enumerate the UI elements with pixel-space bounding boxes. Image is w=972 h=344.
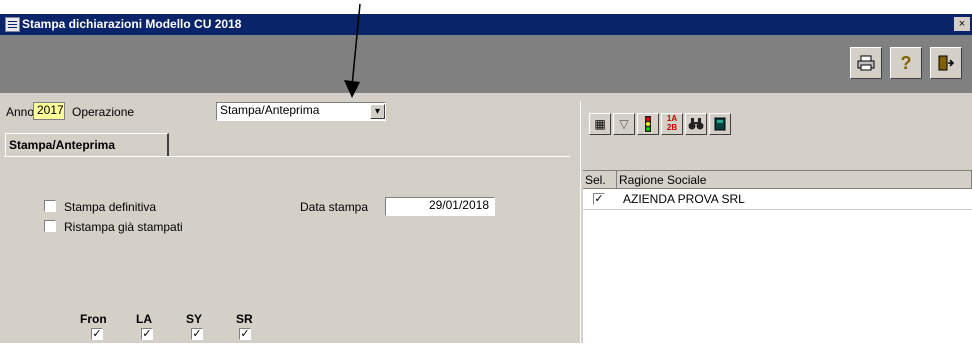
- flag-fron-checkbox[interactable]: ✓: [91, 328, 103, 340]
- column-header-sel[interactable]: Sel.: [583, 171, 617, 189]
- tab-panel-border: [4, 156, 570, 157]
- window-title-bar: Stampa dichiarazioni Modello CU 2018 ×: [0, 14, 972, 35]
- flag-la-label: LA: [136, 312, 152, 326]
- flag-sr-checkbox[interactable]: ✓: [239, 328, 251, 340]
- data-stampa-label: Data stampa: [300, 200, 369, 214]
- ristampa-label: Ristampa già stampati: [64, 220, 183, 234]
- binoculars-icon: [688, 118, 704, 130]
- search-button[interactable]: [685, 113, 707, 135]
- flag-la-checkbox[interactable]: ✓: [141, 328, 153, 340]
- book-icon: [714, 117, 726, 131]
- column-header-ragione-sociale[interactable]: Ragione Sociale: [617, 171, 972, 189]
- top-toolbar: ?: [0, 35, 972, 93]
- company-grid[interactable]: Sel. Ragione Sociale ✓ AZIENDA PROVA SRL: [583, 170, 972, 344]
- operazione-label: Operazione: [72, 105, 135, 119]
- traffic-light-button[interactable]: [637, 113, 659, 135]
- book-button[interactable]: [709, 113, 731, 135]
- grid-icon: ▦: [594, 117, 606, 131]
- exit-button[interactable]: [930, 47, 962, 79]
- grid-view-button[interactable]: ▦: [589, 113, 611, 135]
- flag-fron-label: Fron: [80, 312, 107, 326]
- anno-field[interactable]: 2017: [33, 102, 65, 120]
- ragione-sociale-cell: AZIENDA PROVA SRL: [623, 192, 745, 206]
- sort-button[interactable]: 1A 2B: [661, 113, 683, 135]
- close-button[interactable]: ×: [954, 17, 970, 31]
- flag-sy-label: SY: [186, 312, 203, 326]
- filter-button[interactable]: ▽: [613, 113, 635, 135]
- help-button[interactable]: ?: [890, 47, 922, 79]
- annotation-arrow: [344, 3, 361, 98]
- flag-sr-label: SR: [236, 312, 253, 326]
- question-icon: ?: [900, 53, 912, 73]
- operazione-select[interactable]: Stampa/Anteprima: [216, 102, 386, 121]
- sort-icon: 1A 2B: [666, 114, 678, 132]
- traffic-light-icon: [645, 116, 651, 132]
- app-icon: [5, 17, 20, 32]
- stampa-definitiva-checkbox[interactable]: [44, 200, 56, 212]
- exit-door-icon: [938, 55, 955, 71]
- chevron-down-icon[interactable]: ▾: [370, 104, 385, 119]
- ristampa-checkbox[interactable]: [44, 220, 56, 232]
- table-row[interactable]: ✓ AZIENDA PROVA SRL: [583, 189, 972, 210]
- row-select-checkbox[interactable]: ✓: [593, 193, 605, 205]
- flag-sy-checkbox[interactable]: ✓: [191, 328, 203, 340]
- filter-icon: ▽: [619, 117, 629, 131]
- print-button[interactable]: [850, 47, 882, 79]
- window-title: Stampa dichiarazioni Modello CU 2018: [22, 17, 242, 31]
- printer-icon: [857, 55, 875, 71]
- stampa-definitiva-label: Stampa definitiva: [64, 200, 157, 214]
- tab-stampa-anteprima[interactable]: Stampa/Anteprima: [5, 133, 169, 157]
- data-stampa-field[interactable]: 29/01/2018: [385, 197, 495, 216]
